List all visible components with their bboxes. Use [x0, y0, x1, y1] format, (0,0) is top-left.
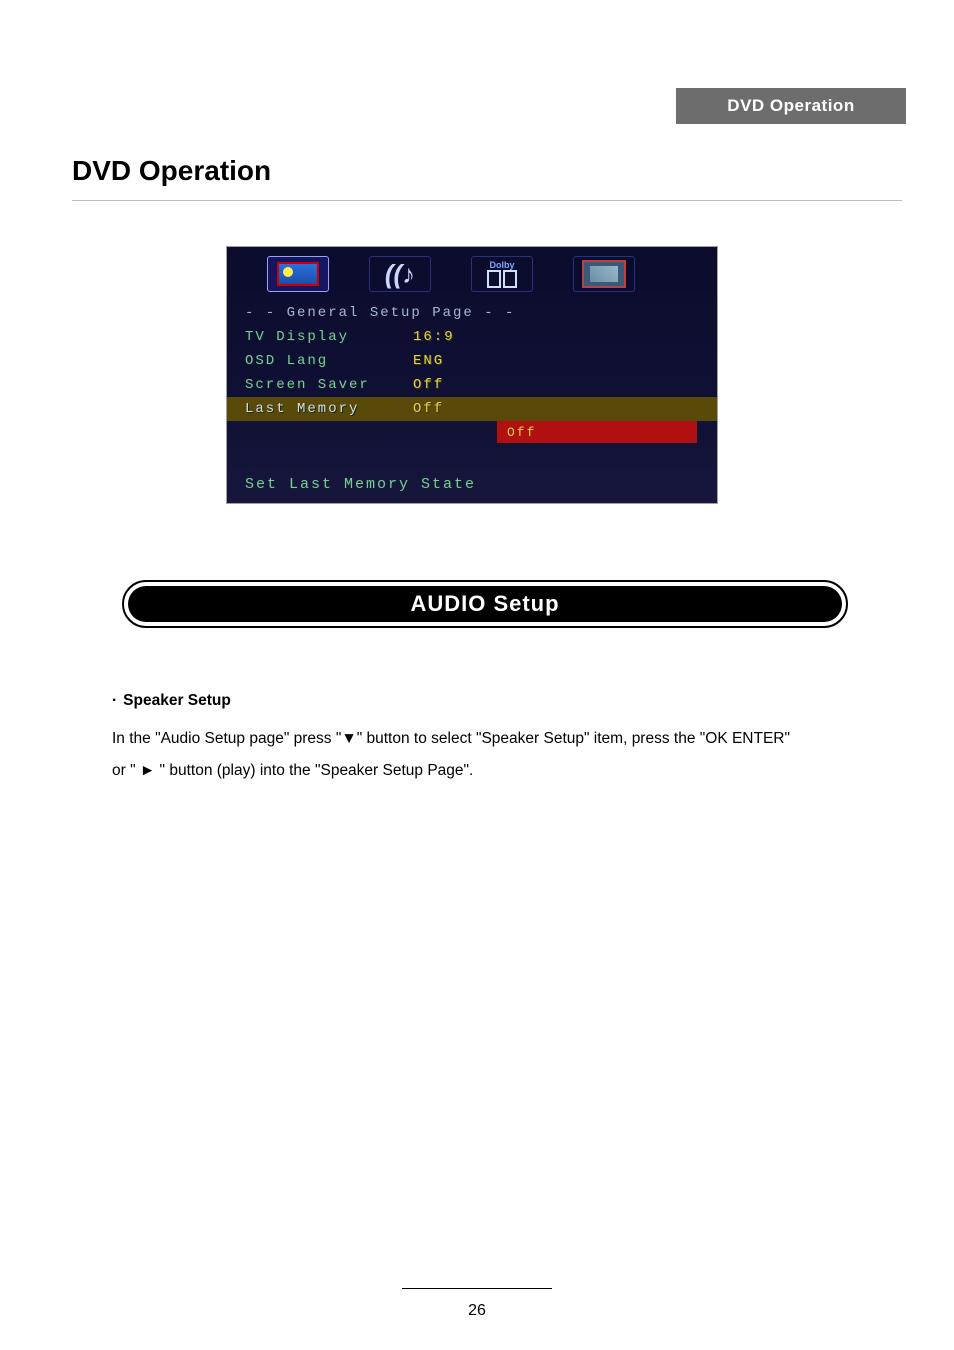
- osd-row-value: 16:9: [413, 329, 455, 345]
- dolby-icon: [487, 270, 517, 288]
- osd-row: TV Display 16:9: [227, 325, 717, 349]
- instruction-line-2: or " ► " button (play) into the "Speaker…: [112, 755, 882, 787]
- osd-row-selected: Last Memory Off: [227, 397, 717, 421]
- osd-row: Screen Saver Off: [227, 373, 717, 397]
- right-arrow-glyph: ►: [140, 762, 155, 779]
- osd-tab-audio: ((♪: [369, 256, 431, 292]
- page-footer-divider: [402, 1288, 552, 1289]
- picture-icon: [582, 260, 626, 288]
- bullet-dot: ·: [112, 692, 117, 709]
- section-heading-label: AUDIO Setup: [128, 586, 842, 622]
- osd-tab-bar: ((♪ Dolby: [227, 247, 717, 301]
- osd-submenu-option: Off: [497, 421, 697, 443]
- down-arrow-glyph: ▼: [341, 730, 356, 747]
- bullet-title: Speaker Setup: [123, 692, 231, 709]
- speaker-icon: ((♪: [385, 259, 415, 290]
- dolby-label: Dolby: [489, 260, 514, 270]
- page-title: DVD Operation: [72, 155, 271, 187]
- osd-tab-dolby: Dolby: [471, 256, 533, 292]
- osd-row-label: OSD Lang: [245, 353, 413, 369]
- osd-row-label: Screen Saver: [245, 377, 413, 393]
- osd-row-label: Last Memory: [245, 401, 413, 417]
- osd-page-title: - - General Setup Page - -: [227, 301, 717, 325]
- instruction-paragraph: · Speaker Setup In the "Audio Setup page"…: [112, 685, 882, 786]
- osd-row-value: Off: [413, 401, 444, 417]
- osd-help-text: Set Last Memory State: [245, 476, 476, 493]
- video-icon: [277, 262, 319, 286]
- osd-row: OSD Lang ENG: [227, 349, 717, 373]
- section-heading-pill: AUDIO Setup: [122, 580, 848, 628]
- instruction-line-1: In the "Audio Setup page" press "▼" butt…: [112, 723, 882, 755]
- osd-tab-preferences: [573, 256, 635, 292]
- osd-row-label: TV Display: [245, 329, 413, 345]
- osd-menu-list: TV Display 16:9 OSD Lang ENG Screen Save…: [227, 325, 717, 443]
- osd-row-value: Off: [413, 377, 444, 393]
- page-number: 26: [0, 1302, 954, 1320]
- osd-tab-video: [267, 256, 329, 292]
- osd-row-value: ENG: [413, 353, 444, 369]
- header-band: DVD Operation: [676, 88, 906, 124]
- osd-screenshot: ((♪ Dolby - - General Setup Page - - TV …: [226, 246, 718, 504]
- title-divider: [72, 200, 902, 201]
